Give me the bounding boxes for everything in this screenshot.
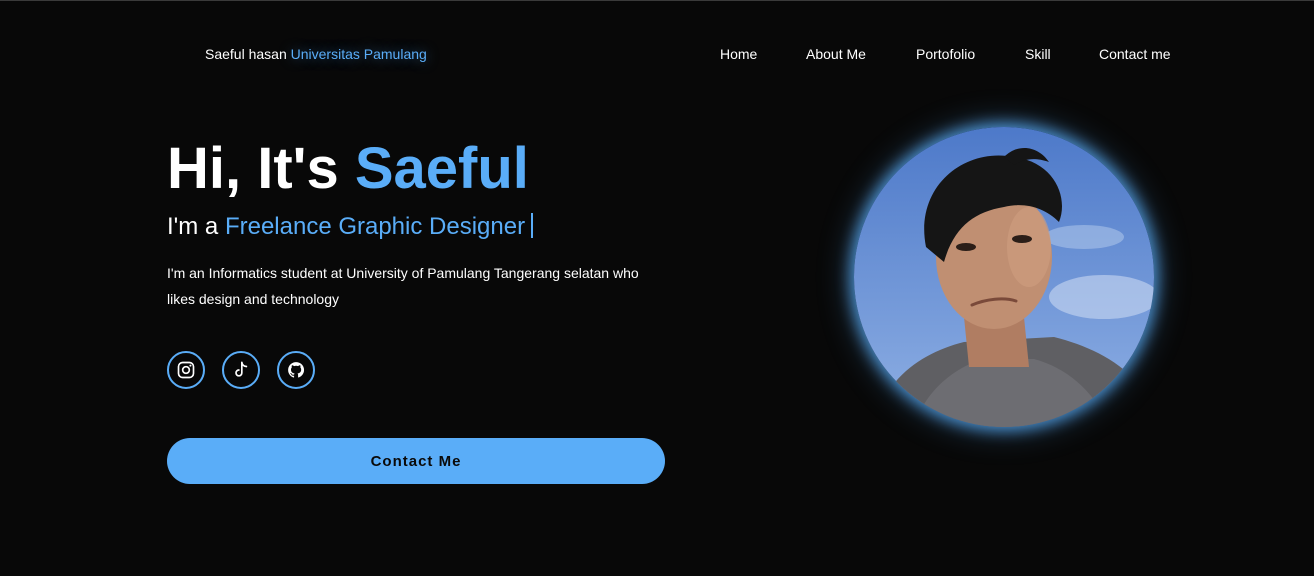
instagram-link[interactable] (167, 351, 205, 389)
hero-greeting: Hi, It's (167, 136, 339, 201)
hero-description: I'm an Informatics student at University… (167, 265, 639, 307)
contact-me-button[interactable]: Contact Me (167, 438, 665, 484)
profile-photo-illustration (854, 127, 1154, 427)
profile-photo (854, 127, 1154, 427)
portfolio-page: Saeful hasan Universitas Pamulang Home A… (0, 0, 1314, 576)
github-icon (288, 362, 305, 378)
nav-home[interactable]: Home (720, 46, 757, 62)
nav-portofolio[interactable]: Portofolio (916, 46, 975, 62)
github-link[interactable] (277, 351, 315, 389)
role-text: Freelance Graphic Designer (224, 213, 526, 240)
top-border (0, 0, 1314, 1)
hero-subtitle: I'm a Freelance Graphic Designer (167, 212, 534, 242)
tiktok-icon (235, 361, 248, 377)
main-nav: Home About Me Portofolio Skill Contact m… (0, 46, 1314, 64)
nav-skill[interactable]: Skill (1025, 46, 1051, 62)
instagram-icon (177, 361, 195, 379)
role-prefix: I'm a (167, 213, 219, 240)
hero-name: Saeful (354, 136, 529, 201)
nav-about-me[interactable]: About Me (806, 46, 866, 62)
hero-title: Hi, It's Saeful (167, 136, 529, 202)
typing-cursor (531, 213, 534, 238)
tiktok-link[interactable] (222, 351, 260, 389)
nav-contact-me[interactable]: Contact me (1099, 46, 1171, 62)
